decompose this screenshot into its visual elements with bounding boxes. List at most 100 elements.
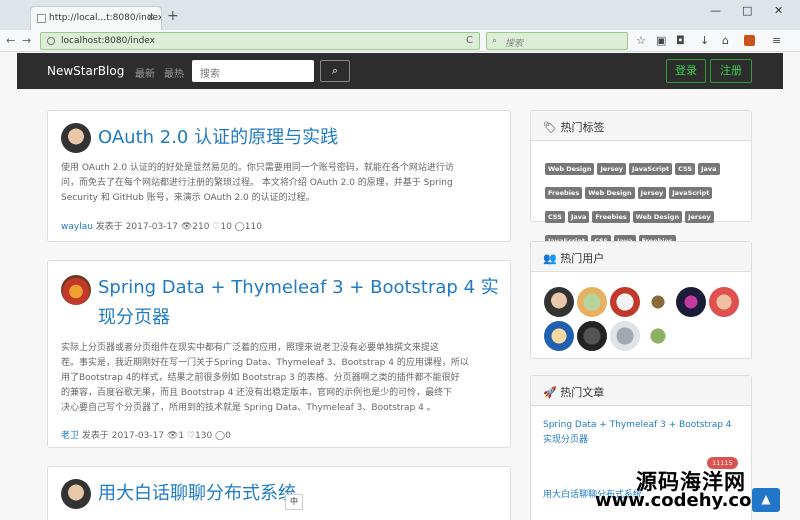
browser-tab[interactable]: http://local...t:8080/index × bbox=[30, 6, 162, 30]
tag[interactable]: Web Design bbox=[585, 187, 635, 199]
ime-indicator[interactable]: 中 bbox=[285, 494, 303, 510]
nav-latest[interactable]: 最新 bbox=[135, 65, 155, 80]
download-icon[interactable]: ↓ bbox=[700, 35, 709, 47]
nav-hot[interactable]: 最热 bbox=[164, 65, 184, 80]
tag[interactable]: Java bbox=[698, 163, 720, 175]
pocket-icon[interactable]: ◘ bbox=[676, 35, 685, 47]
tag-icon: 🏷 bbox=[543, 121, 557, 134]
menu-icon[interactable]: ≡ bbox=[772, 35, 781, 47]
post-card: OAuth 2.0 认证的原理与实践 使用 OAuth 2.0 认证的的好处是显… bbox=[47, 110, 511, 242]
hot-article-link[interactable]: Spring Data + Thymeleaf 3 + Bootstrap 4 … bbox=[543, 418, 732, 448]
tag[interactable]: Jersey bbox=[597, 163, 626, 175]
post-desc-line: 问，而免去了在每个网站都进行注册的繁琐过程。 本文将介绍 OAuth 2.0 的… bbox=[61, 178, 453, 188]
post-meta: waylau 发表于 2017-03-17 👁210 ♡10 ◯110 bbox=[61, 219, 262, 232]
page-margin-left bbox=[0, 52, 17, 520]
article-title-line: 实现分页器 bbox=[543, 435, 589, 445]
avatar[interactable] bbox=[577, 287, 607, 317]
window-close-button[interactable]: ✕ bbox=[774, 4, 783, 17]
arrow-up-icon: ▲ bbox=[761, 492, 771, 506]
panel-title: 热门标签 bbox=[560, 121, 605, 134]
avatar[interactable] bbox=[610, 287, 640, 317]
page-content: NewStarBlog 最新 最热 搜索 ⌕ 登录 注册 OAuth 2.0 认… bbox=[17, 53, 783, 520]
reading-list-icon[interactable]: ▣ bbox=[656, 35, 666, 47]
post-desc-line: Security 和 GitHub 账号，来演示 OAuth 2.0 的认证的过… bbox=[61, 193, 315, 203]
avatar[interactable] bbox=[643, 321, 673, 351]
panel-header: 🏷 热门标签 bbox=[531, 111, 751, 141]
forward-button[interactable]: → bbox=[22, 34, 31, 48]
search-icon: ⌕ bbox=[492, 36, 498, 46]
tag[interactable]: Freebies bbox=[545, 187, 583, 199]
panel-title: 热门用户 bbox=[560, 252, 605, 265]
avatar[interactable] bbox=[544, 287, 574, 317]
info-icon bbox=[47, 37, 55, 45]
tag[interactable]: Web Design bbox=[632, 211, 683, 223]
avatar[interactable] bbox=[544, 321, 574, 351]
avatar[interactable] bbox=[61, 275, 91, 305]
new-tab-button[interactable]: + bbox=[167, 9, 179, 23]
tab-bar: http://local...t:8080/index × + — □ ✕ bbox=[0, 0, 800, 30]
post-desc-line: 用了Bootstrap 4的样式，结果之前很多例如 Bootstrap 3 的表… bbox=[61, 373, 460, 383]
avatar[interactable] bbox=[577, 321, 607, 351]
post-title[interactable]: 用大白话聊聊分布式系统 bbox=[98, 479, 296, 509]
tag[interactable]: Freebies bbox=[592, 211, 630, 223]
post-card: Spring Data + Thymeleaf 3 + Bootstrap 4 … bbox=[47, 260, 511, 448]
avatar[interactable] bbox=[61, 479, 91, 509]
back-button[interactable]: ← bbox=[6, 34, 15, 48]
register-button[interactable]: 注册 bbox=[710, 59, 752, 83]
site-search-button[interactable]: ⌕ bbox=[320, 60, 350, 82]
maximize-button[interactable]: □ bbox=[742, 4, 752, 17]
tag[interactable]: Jersey bbox=[637, 187, 667, 199]
article-title-line: Spring Data + Thymeleaf 3 + Bootstrap 4 bbox=[543, 420, 732, 430]
address-bar[interactable]: localhost:8080/index C bbox=[40, 32, 480, 50]
tag[interactable]: Web Design bbox=[545, 163, 595, 175]
avatar[interactable] bbox=[61, 123, 91, 153]
tag[interactable]: Java bbox=[567, 211, 590, 223]
bookmark-star-icon[interactable]: ☆ bbox=[636, 35, 646, 47]
browser-window: http://local...t:8080/index × + — □ ✕ ← … bbox=[0, 0, 800, 520]
site-header: NewStarBlog 最新 最热 搜索 ⌕ 登录 注册 bbox=[17, 53, 783, 89]
post-description: 实际上分页器或者分页组件在现实中都有广泛着的应用，照理来说老卫没有必要单独撰文来… bbox=[61, 341, 469, 416]
tag[interactable]: CSS bbox=[675, 163, 696, 175]
panel-title: 热门文章 bbox=[560, 386, 605, 399]
avatar[interactable] bbox=[676, 287, 706, 317]
post-desc-line: 决心要自己写个分页器了，所用到的技术就是 Spring Data、Thymele… bbox=[61, 403, 436, 413]
scroll-top-button[interactable]: ▲ bbox=[752, 488, 780, 512]
post-title-line2[interactable]: 现分页器 bbox=[98, 303, 170, 333]
avatar[interactable] bbox=[610, 321, 640, 351]
browser-search-placeholder: 搜索 bbox=[505, 39, 524, 49]
post-description: 使用 OAuth 2.0 认证的的好处是显然易见的。你只需要用同一个账号密码，就… bbox=[61, 161, 454, 206]
avatar[interactable] bbox=[643, 287, 673, 317]
tab-close-icon[interactable]: × bbox=[147, 12, 155, 23]
post-author[interactable]: 老卫 bbox=[61, 431, 79, 441]
site-search-input[interactable]: 搜索 bbox=[192, 60, 314, 82]
post-desc-line: 使用 OAuth 2.0 认证的的好处是显然易见的。你只需要用同一个账号密码，就… bbox=[61, 163, 454, 173]
post-title[interactable]: Spring Data + Thymeleaf 3 + Bootstrap 4 … bbox=[98, 273, 499, 303]
post-meta: 老卫 发表于 2017-03-17 👁1 ♡130 ◯0 bbox=[61, 428, 231, 441]
reload-icon[interactable]: C bbox=[466, 35, 473, 46]
page-icon bbox=[37, 14, 46, 23]
post-desc-line: 茬。事实是，我近期刚好在写一门关于Spring Data、Thymeleaf 3… bbox=[61, 358, 469, 368]
post-meta-text: 发表于 2017-03-17 👁1 ♡130 ◯0 bbox=[81, 431, 231, 441]
navigation-bar: ← → localhost:8080/index C ⌕ 搜索 ☆ ▣ ◘ ↓ … bbox=[0, 30, 800, 52]
post-author[interactable]: waylau bbox=[61, 222, 93, 232]
site-search-placeholder: 搜索 bbox=[200, 69, 220, 80]
avatar[interactable] bbox=[709, 287, 739, 317]
post-desc-line: 实际上分页器或者分页组件在现实中都有广泛着的应用，照理来说老卫没有必要单独撰文来… bbox=[61, 343, 440, 353]
tag[interactable]: CSS bbox=[545, 211, 565, 223]
tag-list: Web Design Jersey JavaScript CSS JavaFreebie… bbox=[545, 156, 735, 252]
browser-search-box[interactable]: ⌕ 搜索 bbox=[486, 32, 628, 50]
home-icon[interactable]: ⌂ bbox=[722, 35, 729, 47]
site-brand[interactable]: NewStarBlog bbox=[47, 64, 124, 78]
tag[interactable]: JavaScript bbox=[669, 187, 713, 199]
page-margin-right bbox=[783, 52, 800, 520]
panel-header: 🚀 热门文章 bbox=[531, 376, 751, 406]
tag[interactable]: Jersey bbox=[685, 211, 714, 223]
login-button[interactable]: 登录 bbox=[666, 59, 706, 83]
post-meta-text: 发表于 2017-03-17 👁210 ♡10 ◯110 bbox=[95, 222, 262, 232]
tag[interactable]: JavaScript bbox=[629, 163, 673, 175]
users-icon: 👥 bbox=[543, 252, 557, 265]
hot-users-panel: 👥 热门用户 bbox=[530, 241, 752, 359]
minimize-button[interactable]: — bbox=[710, 4, 721, 17]
extension-icon[interactable] bbox=[744, 35, 755, 46]
post-title[interactable]: OAuth 2.0 认证的原理与实践 bbox=[98, 123, 338, 153]
